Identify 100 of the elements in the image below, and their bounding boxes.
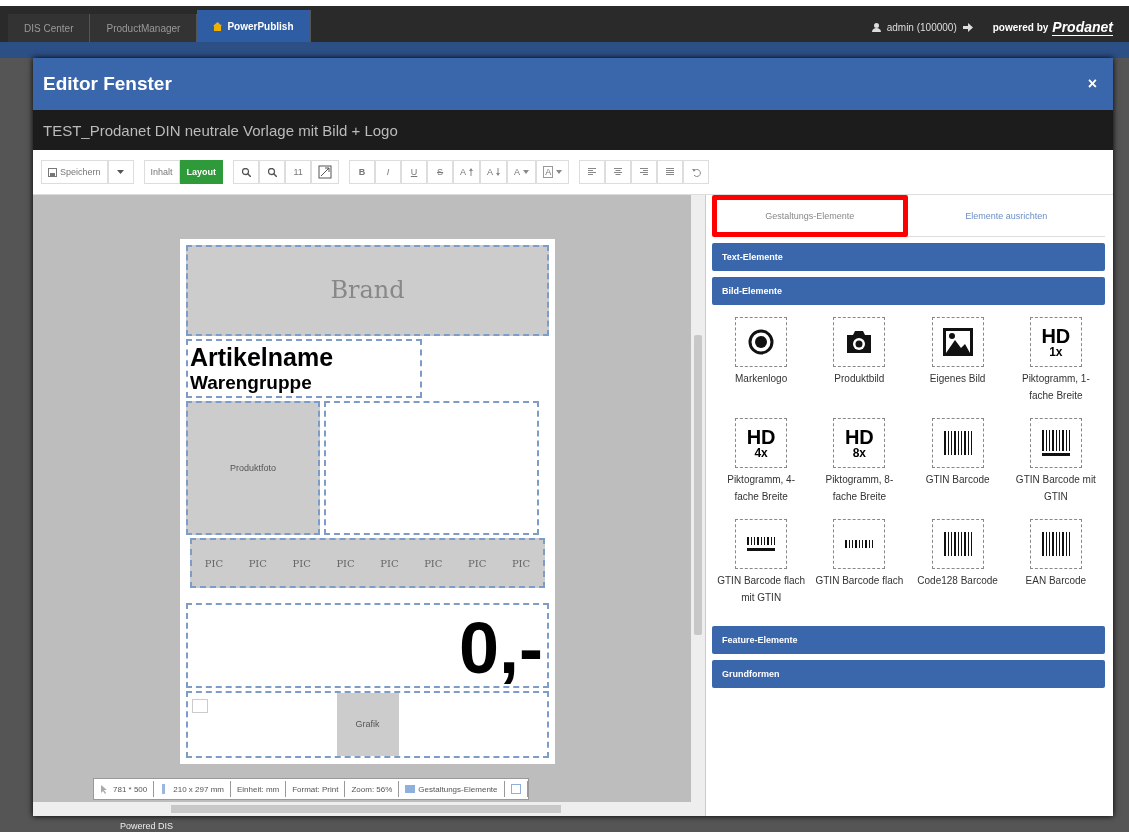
app-tab[interactable]: DIS Center [8, 14, 91, 42]
home-icon [213, 21, 223, 31]
format-button[interactable]: A [536, 160, 570, 184]
section-header[interactable]: Bild-Elemente [712, 277, 1105, 305]
align-center-button[interactable] [605, 160, 632, 184]
app-tab[interactable]: ProductManager [90, 14, 198, 42]
dropdown-button[interactable] [107, 160, 134, 184]
hd-label: HD [1041, 326, 1071, 346]
barcode-icon [1041, 532, 1070, 556]
search-icon [241, 167, 251, 177]
camera-icon [845, 330, 874, 354]
align-center-icon [614, 168, 623, 176]
user-name[interactable]: admin (100000) [886, 21, 957, 33]
horizontal-scrollbar[interactable] [33, 802, 705, 816]
element-label: GTIN Barcode flach mit GTIN [716, 574, 807, 605]
zoom-out-button[interactable] [259, 160, 286, 184]
element-label: Eigenes Bild [928, 372, 987, 386]
pictogram-field[interactable]: PIC PIC PIC PIC PIC PIC PIC PIC [190, 538, 545, 588]
element-tile[interactable] [735, 519, 788, 569]
element-tile[interactable] [735, 317, 788, 367]
resize-icon [318, 165, 333, 179]
format-button[interactable]: A [507, 160, 537, 184]
element-tile[interactable]: HD 8x [833, 418, 886, 468]
footer-text: Powered DIS [120, 821, 174, 831]
pictogram-text: PIC [336, 557, 355, 569]
status-text: 781 * 500 [113, 784, 148, 794]
product-group: Warengruppe [190, 372, 420, 394]
price-text: 0,- [186, 602, 549, 688]
element-label: Code128 Barcode [916, 574, 999, 588]
format-button[interactable]: B [349, 160, 376, 184]
format-button[interactable]: I [375, 160, 402, 184]
close-button[interactable]: × [1081, 74, 1103, 94]
barcode-icon [1041, 430, 1070, 456]
element-tile[interactable] [833, 317, 886, 367]
layout-icon [510, 784, 521, 794]
format-button[interactable]: A [453, 160, 481, 184]
graphic-field[interactable]: Grafik [336, 692, 399, 756]
section-header[interactable]: Grundformen [712, 660, 1105, 688]
status-text: Zoom: 56% [351, 784, 393, 794]
element-tile[interactable] [1029, 519, 1082, 569]
element-tile[interactable] [931, 317, 984, 367]
hd-label: HD [844, 427, 874, 447]
pictogram-text: PIC [292, 557, 311, 569]
element-tile[interactable] [1029, 418, 1082, 468]
hd-factor: 8x [852, 447, 867, 459]
format-button[interactable]: U [401, 160, 428, 184]
barcode-icon [943, 532, 972, 556]
document-title: TEST_Prodanet DIN neutrale Vorlage mit Bild + Logo [33, 110, 1113, 150]
element-label: GTIN Barcode flach [814, 574, 905, 588]
mode-toggle[interactable]: Layout [179, 160, 224, 184]
section-header[interactable]: Feature-Elemente [712, 626, 1105, 654]
element-tile[interactable] [931, 418, 984, 468]
format-button[interactable]: A [480, 160, 508, 184]
user-icon [871, 22, 881, 32]
status-text: Einheit: mm [236, 784, 280, 794]
hd-factor: 1x [1049, 346, 1063, 358]
arrow-down-icon [496, 168, 501, 176]
mode-toggle[interactable]: Inhalt [143, 160, 180, 184]
powered-by-text: powered by [992, 21, 1049, 33]
element-tile[interactable]: HD 4x [735, 418, 788, 468]
app-tab[interactable]: PowerPublish [197, 10, 311, 42]
element-tile[interactable] [833, 519, 886, 569]
caret-icon [556, 170, 563, 174]
save-button[interactable]: Speichern [41, 160, 108, 184]
format-button[interactable]: S [427, 160, 454, 184]
element-label: Produktbild [833, 372, 886, 386]
align-right-icon [640, 168, 649, 176]
image-icon [192, 698, 208, 713]
pictogram-text: PIC [248, 557, 267, 569]
status-text: Gestaltungs-Elemente [418, 784, 498, 794]
pictogram-text: PIC [380, 557, 399, 569]
align-justify-button[interactable] [657, 160, 684, 184]
align-left-button[interactable] [579, 160, 606, 184]
font-size-button[interactable]: 11 [285, 160, 312, 184]
hd-factor: 4x [754, 447, 768, 459]
logout-icon [962, 22, 973, 32]
element-tile[interactable]: HD 1x [1029, 317, 1082, 367]
image-icon [942, 328, 973, 356]
element-label: EAN Barcode [1024, 574, 1088, 588]
vertical-scrollbar[interactable] [691, 195, 705, 802]
hd-label: HD [746, 427, 776, 447]
align-right-button[interactable] [631, 160, 658, 184]
element-label: GTIN Barcode mit GTIN [1014, 473, 1097, 504]
target-icon [748, 329, 775, 355]
section-header[interactable]: Text-Elemente [712, 243, 1105, 271]
panel-icon [405, 784, 416, 794]
element-tile[interactable] [931, 519, 984, 569]
pictogram-text: PIC [468, 557, 487, 569]
barcode-icon [943, 431, 972, 455]
window-title: Editor Fenster [43, 73, 172, 95]
brand-logo: Prodanet [1052, 18, 1113, 36]
element-label: Markenlogo [734, 372, 789, 386]
barcode-icon [747, 537, 776, 551]
zoom-in-button[interactable] [233, 160, 260, 184]
photo-field[interactable]: Produktfoto [186, 401, 320, 536]
caret-icon [523, 170, 530, 174]
element-label: GTIN Barcode [924, 473, 991, 487]
caret-icon [117, 170, 125, 174]
element-label: Piktogramm, 8-fache Breite [824, 473, 895, 504]
article-name: Artikelname [190, 343, 335, 372]
